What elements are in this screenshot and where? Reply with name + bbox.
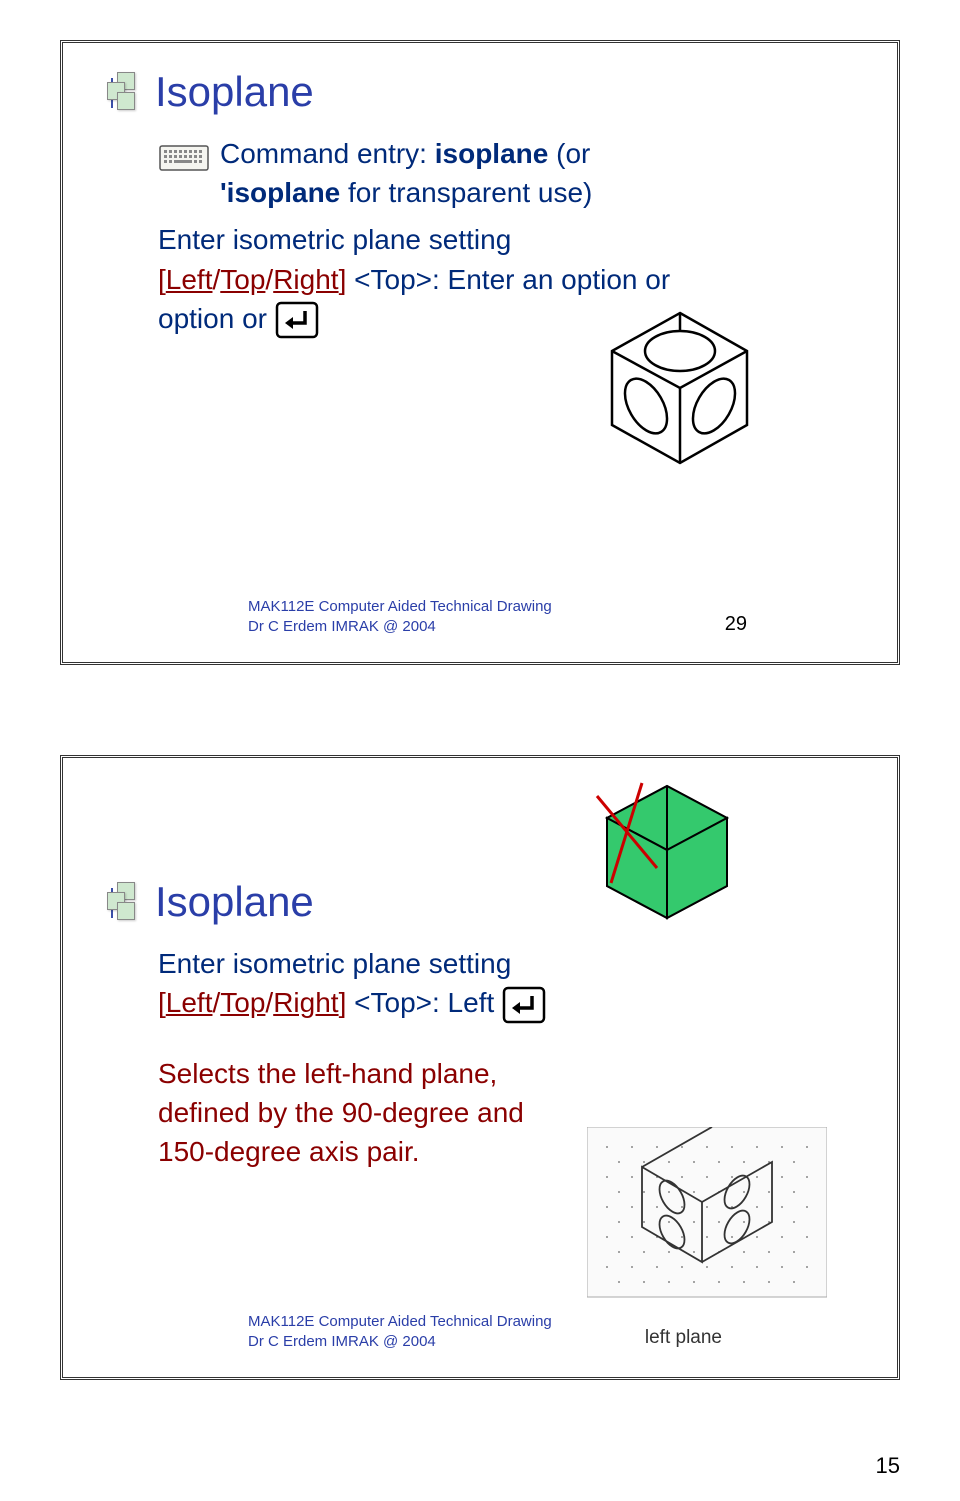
enter-key-icon	[275, 301, 319, 339]
isometric-setting-label: Enter isometric plane setting	[158, 224, 511, 255]
option-left: Left	[166, 264, 213, 295]
bracket-open: [	[158, 264, 166, 295]
isometric-cube-left-face-icon	[587, 768, 747, 928]
command-alt: 'isoplane	[220, 177, 340, 208]
footer-line2: Dr C Erdem IMRAK @ 2004	[248, 618, 436, 635]
slide-number: 29	[725, 613, 747, 636]
isometric-cube-icon	[592, 303, 767, 478]
footer2-line1: MAK112E Computer Aided Technical Drawing	[248, 1313, 552, 1330]
slide1-footer: MAK112E Computer Aided Technical Drawing…	[63, 597, 897, 636]
footer2-line2: Dr C Erdem IMRAK @ 2004	[248, 1333, 436, 1350]
slide-title: Isoplane	[155, 68, 314, 116]
option-or: option or	[158, 303, 267, 334]
command-name: isoplane	[435, 138, 549, 169]
title-row: Isoplane	[103, 68, 857, 116]
enter-key-icon-2	[502, 986, 546, 1024]
command-entry-row: Command entry: isoplane (or 'isoplane fo…	[158, 134, 857, 212]
keyboard-icon	[158, 138, 210, 177]
command-suffix2: for transparent use)	[340, 177, 592, 208]
page: Isoplane Command entry: isoplane (or 'is…	[0, 0, 960, 1501]
slide-2: Isoplane Enter isometric plane setting […	[60, 755, 900, 1380]
option-left-2: Left	[166, 987, 213, 1018]
left-plane-diagram	[587, 1127, 827, 1317]
top-label-2: <Top>: Left	[346, 987, 494, 1018]
title-bullet-icon	[103, 72, 143, 112]
slide-1: Isoplane Command entry: isoplane (or 'is…	[60, 40, 900, 665]
slide2-footer: MAK112E Computer Aided Technical Drawing…	[63, 1312, 897, 1351]
title-bullet-icon-2	[103, 882, 143, 922]
footer-line1: MAK112E Computer Aided Technical Drawing	[248, 598, 552, 615]
option-top-2: Top	[220, 987, 265, 1018]
description-text: Selects the left-hand plane, defined by …	[158, 1054, 578, 1172]
option-right-2: Right	[273, 987, 338, 1018]
option-right: Right	[273, 264, 338, 295]
command-entry-label: Command entry:	[220, 138, 435, 169]
command-suffix: (or	[548, 138, 590, 169]
page-number: 15	[876, 1453, 900, 1479]
isometric-setting-label-2: Enter isometric plane setting	[158, 948, 511, 979]
top-label: <Top>: Enter an option or	[346, 264, 670, 295]
slide2-title: Isoplane	[155, 878, 314, 926]
bracket-open-2: [	[158, 987, 166, 1018]
option-top: Top	[220, 264, 265, 295]
